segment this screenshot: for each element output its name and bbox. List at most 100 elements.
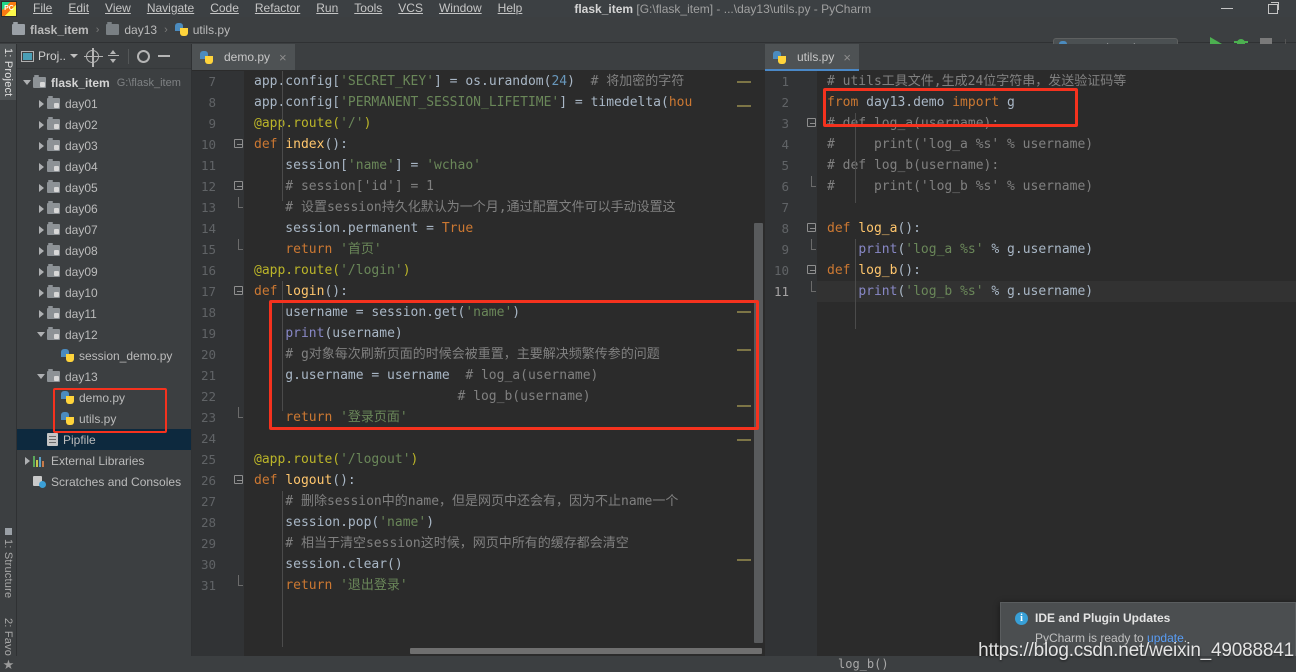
breadcrumb-file[interactable]: utils.py bbox=[193, 23, 230, 37]
favorites-star-icon[interactable]: ★ bbox=[2, 658, 15, 672]
close-icon[interactable]: × bbox=[279, 50, 287, 65]
maximize-button[interactable] bbox=[1250, 0, 1296, 17]
expand-arrow-down-icon[interactable] bbox=[35, 374, 47, 379]
horizontal-scrollbar-left[interactable] bbox=[244, 647, 762, 656]
code-line[interactable]: @app.route('/') bbox=[244, 113, 765, 134]
code-line[interactable]: # 删除session中的name，但是网页中还会有，因为不止name一个 bbox=[244, 491, 765, 512]
code-line[interactable]: from day13.demo import g bbox=[817, 92, 1296, 113]
code-fold-marker[interactable] bbox=[233, 407, 244, 428]
gutter-right[interactable]: 1 2 3 4 5 6 7 8 9 10 11 bbox=[765, 71, 817, 656]
code-line[interactable]: # 相当于清空session这时候，网页中所有的缓存都会清空 bbox=[244, 533, 765, 554]
code-line[interactable]: @app.route('/logout') bbox=[244, 449, 765, 470]
menu-item-view[interactable]: View bbox=[97, 0, 139, 17]
tree-node-day02[interactable]: day02 bbox=[17, 114, 191, 135]
tree-node-external-libraries[interactable]: External Libraries bbox=[17, 450, 191, 471]
tree-node-utils-py[interactable]: utils.py bbox=[17, 408, 191, 429]
code-line[interactable]: username = session.get('name') bbox=[244, 302, 765, 323]
expand-arrow-down-icon[interactable] bbox=[35, 332, 47, 337]
menu-item-navigate[interactable]: Navigate bbox=[139, 0, 202, 17]
expand-arrow-right-icon[interactable] bbox=[35, 141, 47, 150]
code-line[interactable]: @app.route('/login') bbox=[244, 260, 765, 281]
tree-node-day11[interactable]: day11 bbox=[17, 303, 191, 324]
code-line[interactable]: def log_a(): bbox=[817, 218, 1296, 239]
code-fold-marker[interactable] bbox=[806, 218, 817, 239]
code-line[interactable]: print('log_b %s' % g.username) bbox=[817, 281, 1296, 302]
expand-arrow-down-icon[interactable] bbox=[21, 80, 33, 85]
expand-arrow-right-icon[interactable] bbox=[35, 99, 47, 108]
code-line[interactable]: session.pop('name') bbox=[244, 512, 765, 533]
expand-arrow-right-icon[interactable] bbox=[35, 162, 47, 171]
menu-item-help[interactable]: Help bbox=[490, 0, 531, 17]
code-fold-marker[interactable] bbox=[233, 239, 244, 260]
tree-node-day05[interactable]: day05 bbox=[17, 177, 191, 198]
code-line[interactable]: # 设置session持久化默认为一个月,通过配置文件可以手动设置这 bbox=[244, 197, 765, 218]
code-line[interactable]: # log_b(username) bbox=[244, 386, 765, 407]
tab-utils-py[interactable]: utils.py × bbox=[765, 44, 859, 71]
code-fold-marker[interactable] bbox=[233, 176, 244, 197]
code-line[interactable]: # print('log_b %s' % username) bbox=[817, 176, 1296, 197]
tree-node-session-demo-py[interactable]: session_demo.py bbox=[17, 345, 191, 366]
gutter-left[interactable]: 7 8 9 10 11 12 13 14 15 16 17 18 19 20 21 22 23 24 25 26 27 2… bbox=[192, 71, 244, 656]
expand-arrow-right-icon[interactable] bbox=[35, 120, 47, 129]
code-lines-left[interactable]: app.config['SECRET_KEY'] = os.urandom(24… bbox=[244, 71, 765, 656]
scrollbar-thumb[interactable] bbox=[754, 223, 763, 643]
code-area-left[interactable]: 7 8 9 10 11 12 13 14 15 16 17 18 19 20 21 22 23 24 25 26 27 2… bbox=[192, 71, 765, 656]
code-line[interactable]: print('log_a %s' % g.username) bbox=[817, 239, 1296, 260]
expand-arrow-right-icon[interactable] bbox=[35, 246, 47, 255]
code-line[interactable]: def logout(): bbox=[244, 470, 765, 491]
code-line[interactable] bbox=[244, 428, 765, 449]
code-line[interactable]: def login(): bbox=[244, 281, 765, 302]
gear-icon[interactable] bbox=[137, 49, 151, 63]
menu-item-vcs[interactable]: VCS bbox=[390, 0, 431, 17]
code-line[interactable]: return '登录页面' bbox=[244, 407, 765, 428]
tree-node-day09[interactable]: day09 bbox=[17, 261, 191, 282]
tree-node-pipfile[interactable]: Pipfile bbox=[17, 429, 191, 450]
code-line[interactable]: return '首页' bbox=[244, 239, 765, 260]
code-line[interactable]: return '退出登录' bbox=[244, 575, 765, 596]
menu-item-refactor[interactable]: Refactor bbox=[247, 0, 308, 17]
code-line[interactable]: # g对象每次刷新页面的时候会被重置，主要解决频繁传参的问题 bbox=[244, 344, 765, 365]
tool-tab-project[interactable]: 1: Project bbox=[0, 44, 16, 101]
code-line[interactable]: print(username) bbox=[244, 323, 765, 344]
tree-node-scratches-and-consoles[interactable]: Scratches and Consoles bbox=[17, 471, 191, 492]
scrollbar-thumb[interactable] bbox=[410, 648, 762, 654]
menu-item-tools[interactable]: Tools bbox=[346, 0, 390, 17]
collapse-all-icon[interactable] bbox=[107, 49, 120, 63]
tree-node-flask-item[interactable]: flask_item G:\flask_item bbox=[17, 72, 191, 93]
minimize-button[interactable] bbox=[1204, 0, 1250, 17]
code-fold-marker[interactable] bbox=[806, 113, 817, 134]
code-fold-marker[interactable] bbox=[806, 281, 817, 302]
code-fold-marker[interactable] bbox=[806, 176, 817, 197]
code-line[interactable]: # print('log_a %s' % username) bbox=[817, 134, 1296, 155]
code-area-right[interactable]: 1 2 3 4 5 6 7 8 9 10 11 # utils工具文件,生成24位字符串，发送验证码… bbox=[765, 71, 1296, 656]
code-fold-marker[interactable] bbox=[233, 197, 244, 218]
tree-node-day03[interactable]: day03 bbox=[17, 135, 191, 156]
code-fold-marker[interactable] bbox=[233, 281, 244, 302]
tree-node-day04[interactable]: day04 bbox=[17, 156, 191, 177]
tab-demo-py[interactable]: demo.py × bbox=[192, 44, 295, 70]
breadcrumb-folder[interactable]: day13 bbox=[124, 23, 157, 37]
tree-node-day10[interactable]: day10 bbox=[17, 282, 191, 303]
code-line[interactable]: session.clear() bbox=[244, 554, 765, 575]
code-fold-marker[interactable] bbox=[233, 470, 244, 491]
tree-node-day08[interactable]: day08 bbox=[17, 240, 191, 261]
code-line[interactable]: app.config['SECRET_KEY'] = os.urandom(24… bbox=[244, 71, 765, 92]
expand-arrow-right-icon[interactable] bbox=[35, 225, 47, 234]
menu-item-run[interactable]: Run bbox=[308, 0, 346, 17]
expand-arrow-right-icon[interactable] bbox=[35, 183, 47, 192]
code-lines-right[interactable]: # utils工具文件,生成24位字符串，发送验证码等 from day13.de… bbox=[817, 71, 1296, 656]
expand-arrow-right-icon[interactable] bbox=[35, 288, 47, 297]
code-line[interactable]: session['name'] = 'wchao' bbox=[244, 155, 765, 176]
tool-tab-structure[interactable]: 1: Structure bbox=[0, 524, 16, 602]
code-fold-marker[interactable] bbox=[806, 239, 817, 260]
menu-item-edit[interactable]: Edit bbox=[60, 0, 97, 17]
locate-icon[interactable] bbox=[84, 47, 104, 67]
code-line[interactable]: def log_b(): bbox=[817, 260, 1296, 281]
hide-icon[interactable] bbox=[158, 55, 171, 57]
tree-node-day01[interactable]: day01 bbox=[17, 93, 191, 114]
menu-item-window[interactable]: Window bbox=[431, 0, 490, 17]
tree-node-demo-py[interactable]: demo.py bbox=[17, 387, 191, 408]
code-line[interactable]: # def log_b(username): bbox=[817, 155, 1296, 176]
menu-item-file[interactable]: File bbox=[25, 0, 60, 17]
tree-node-day12[interactable]: day12 bbox=[17, 324, 191, 345]
